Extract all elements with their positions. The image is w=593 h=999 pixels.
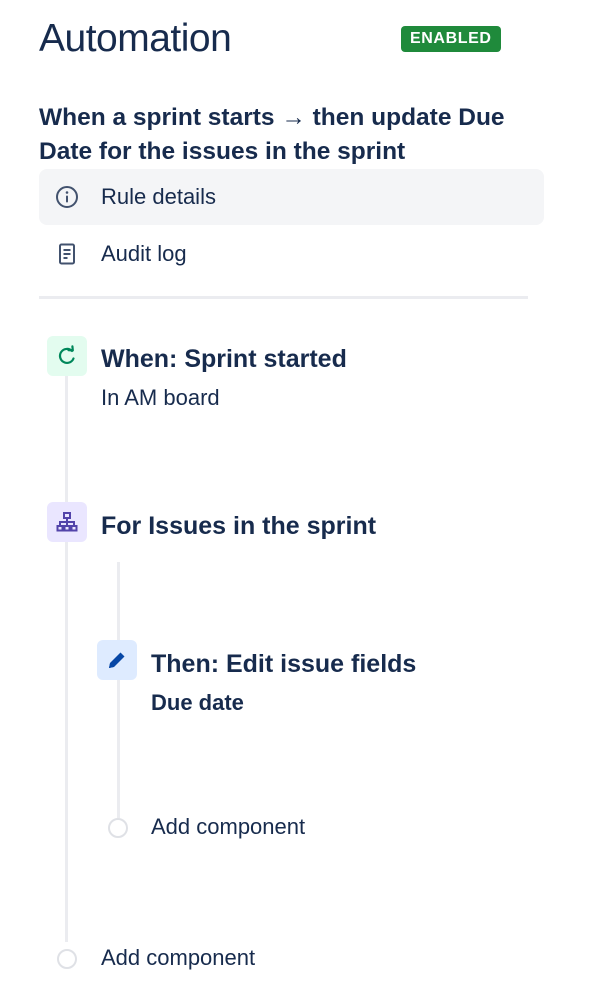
action-title: Then: Edit issue fields (151, 650, 417, 678)
status-badge: ENABLED (401, 26, 501, 52)
rule-name: When a sprint starts → then update Due D… (39, 104, 505, 165)
branch-rail (117, 562, 120, 818)
nav-label-rule-details: Rule details (101, 184, 216, 209)
pencil-icon (97, 640, 137, 680)
action-subtitle: Due date (151, 690, 244, 715)
nav-label-audit-log: Audit log (101, 241, 187, 266)
sprint-trigger-icon (47, 336, 87, 376)
trigger-subtitle: In AM board (101, 385, 220, 410)
main-rail (65, 376, 68, 942)
branch-title: For Issues in the sprint (101, 512, 377, 540)
nav-item-audit-log[interactable]: Audit log (39, 226, 544, 282)
page-title: Automation (39, 17, 232, 60)
nav-item-rule-details[interactable]: Rule details (39, 169, 544, 225)
add-component-main-label[interactable]: Add component (101, 943, 255, 973)
nav-divider (39, 296, 528, 299)
branch-icon (47, 502, 87, 542)
info-icon (55, 185, 79, 209)
add-component-dot (57, 949, 77, 969)
add-component-nested-label[interactable]: Add component (151, 812, 305, 842)
document-icon (55, 242, 79, 266)
trigger-title: When: Sprint started (101, 345, 347, 373)
add-component-dot (108, 818, 128, 838)
